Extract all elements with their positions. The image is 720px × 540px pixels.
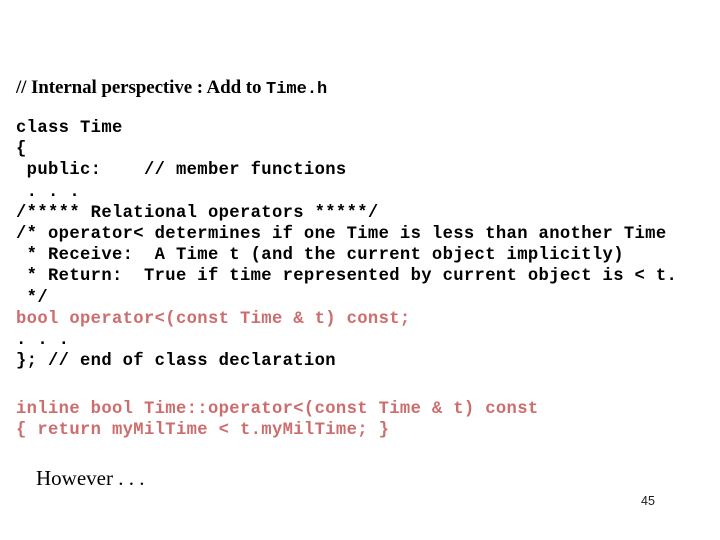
class-code-line: * Return: True if time represented by cu… — [16, 267, 678, 287]
slide-heading-prefix: // Internal perspective : Add to — [16, 77, 267, 98]
inline-definition-code-block: inline bool Time::operator<(const Time &… — [16, 399, 539, 441]
class-code-line: }; // end of class declaration — [16, 352, 336, 372]
inline-code-line: { return myMilTime < t.myMilTime; } — [16, 421, 390, 441]
page-number: 45 — [641, 494, 655, 508]
class-code-line: . . . — [16, 331, 70, 351]
however-text: However . . . — [36, 466, 145, 490]
class-code-line: /***** Relational operators *****/ — [16, 203, 379, 223]
inline-code-line: inline bool Time::operator<(const Time &… — [16, 400, 539, 419]
class-code-line: public: // member functions — [16, 161, 347, 181]
slide-heading: // Internal perspective : Add to Time.h — [16, 77, 327, 101]
class-code-line: . . . — [16, 182, 80, 202]
class-code-line: */ — [16, 288, 48, 308]
class-code-line: /* operator< determines if one Time is l… — [16, 225, 667, 245]
class-code-line: * Receive: A Time t (and the current obj… — [16, 246, 624, 266]
slide-canvas: // Internal perspective : Add to Time.h … — [0, 0, 720, 540]
slide-heading-filename: Time.h — [266, 80, 328, 99]
class-code-line: { — [16, 140, 27, 160]
class-code-line: bool operator<(const Time & t) const; — [16, 309, 411, 329]
class-declaration-code-block: class Time{ public: // member functions … — [16, 118, 677, 372]
class-code-line: class Time — [16, 119, 123, 138]
